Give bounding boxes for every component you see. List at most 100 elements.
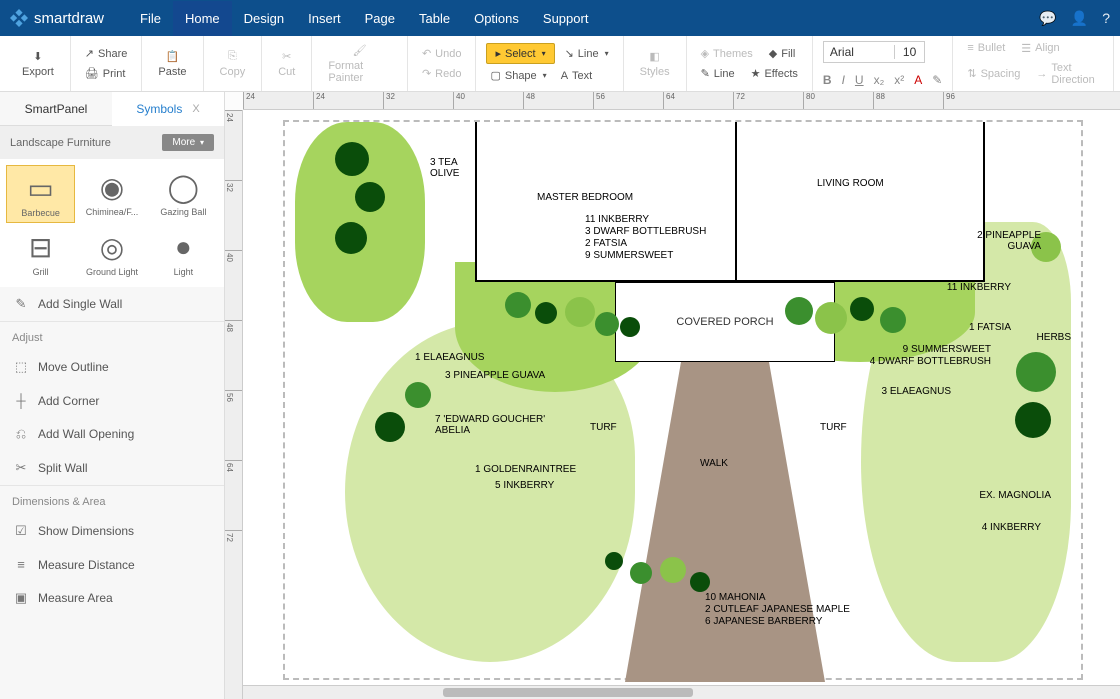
share-button[interactable]: ↗ Share [81, 45, 132, 62]
dim-measure-distance[interactable]: ≡Measure Distance [0, 548, 224, 581]
help-icon[interactable]: ? [1102, 10, 1110, 26]
fill-button[interactable]: ◆ Fill [765, 45, 800, 62]
effects-button[interactable]: ★ Effects [747, 65, 802, 82]
landscape-plan[interactable]: MASTER BEDROOM LIVING ROOM COVERED PORCH [283, 120, 1083, 680]
italic-button[interactable]: I [842, 73, 845, 87]
dim-measure-area[interactable]: ▣Measure Area [0, 581, 224, 615]
themes-button[interactable]: ◈ Themes [697, 45, 757, 62]
dim-show-dimensions[interactable]: ☑Show Dimensions [0, 514, 224, 548]
plant-shape[interactable] [630, 562, 652, 584]
plant-shape[interactable] [850, 297, 874, 321]
subscript-button[interactable]: x₂ [874, 73, 885, 87]
horizontal-scrollbar[interactable] [243, 685, 1120, 699]
menu-support[interactable]: Support [531, 1, 601, 36]
symbol-barbecue[interactable]: ▭Barbecue [6, 165, 75, 223]
plant-shape[interactable] [1015, 402, 1051, 438]
line-style-button[interactable]: ✎ Line [697, 65, 739, 82]
tab-smartpanel[interactable]: SmartPanel [0, 92, 112, 126]
plant-label[interactable]: 11 INKBERRY [947, 282, 1011, 293]
plant-label[interactable]: HERBS [1037, 332, 1071, 343]
chat-icon[interactable]: 💬 [1039, 10, 1056, 27]
plant-shape[interactable] [605, 552, 623, 570]
print-button[interactable]: 🖨 Print [81, 65, 130, 82]
symbol-light[interactable]: ●Light [149, 225, 218, 281]
bold-button[interactable]: B [823, 73, 832, 87]
room-label[interactable]: LIVING ROOM [817, 178, 884, 189]
user-icon[interactable]: 👤 [1071, 10, 1088, 27]
turf-label[interactable]: TURF [590, 422, 617, 433]
font-selector[interactable]: Arial10 [823, 41, 925, 63]
tab-symbols[interactable]: SymbolsX [112, 92, 224, 126]
more-button[interactable]: More ▾ [162, 134, 214, 151]
plant-label[interactable]: 1 GOLDENRAINTREE [475, 464, 576, 475]
superscript-button[interactable]: x² [894, 73, 904, 87]
close-icon[interactable]: X [192, 103, 199, 115]
plant-label[interactable]: 3 ELAEAGNUS [882, 386, 951, 397]
symbol-chimineaf[interactable]: ◉Chiminea/F... [77, 165, 146, 223]
symbol-gazingball[interactable]: ◯Gazing Ball [149, 165, 218, 223]
plant-shape[interactable] [785, 297, 813, 325]
plant-label[interactable]: 3 TEA OLIVE [430, 157, 459, 179]
plant-shape[interactable] [335, 222, 367, 254]
adjust-split-wall[interactable]: ✂Split Wall [0, 451, 224, 485]
menu-table[interactable]: Table [407, 1, 462, 36]
styles-button[interactable]: ◧Styles [634, 48, 676, 80]
plant-shape[interactable] [660, 557, 686, 583]
plant-shape[interactable] [1016, 352, 1056, 392]
plant-label[interactable]: 1 FATSIA [969, 322, 1011, 333]
plant-shape[interactable] [375, 412, 405, 442]
highlight-button[interactable]: ✎ [932, 73, 942, 87]
walk-label[interactable]: WALK [700, 458, 728, 469]
plant-label[interactable]: 4 INKBERRY [982, 522, 1041, 533]
line-tool-button[interactable]: ↘ Line▾ [561, 43, 613, 64]
adjust-add-wall-opening[interactable]: ⎌Add Wall Opening [0, 417, 224, 451]
undo-button[interactable]: ↶ Undo [418, 45, 466, 62]
plant-label[interactable]: 3 PINEAPPLE GUAVA [445, 370, 545, 381]
plant-label[interactable]: 3 DWARF BOTTLEBRUSH [585, 226, 706, 237]
cut-button[interactable]: ✂Cut [272, 48, 301, 80]
plant-shape[interactable] [535, 302, 557, 324]
plant-label[interactable]: 1 ELAEAGNUS [415, 352, 484, 363]
menu-home[interactable]: Home [173, 1, 232, 36]
plant-label[interactable]: 2 FATSIA [585, 238, 627, 249]
shape-tool-button[interactable]: ▢ Shape▾ [486, 67, 550, 84]
paste-button[interactable]: 📋Paste [152, 48, 192, 80]
text-tool-button[interactable]: A Text [557, 67, 597, 84]
font-color-button[interactable]: A [914, 73, 922, 87]
plant-shape[interactable] [620, 317, 640, 337]
menu-insert[interactable]: Insert [296, 1, 353, 36]
plant-label[interactable]: 2 CUTLEAF JAPANESE MAPLE [705, 604, 850, 615]
redo-button[interactable]: ↷ Redo [418, 65, 466, 82]
plant-shape[interactable] [565, 297, 595, 327]
bullet-button[interactable]: ≡ Bullet [963, 40, 1009, 57]
plant-shape[interactable] [355, 182, 385, 212]
select-button[interactable]: ▸ Select▾ [486, 43, 554, 64]
plant-shape[interactable] [335, 142, 369, 176]
adjust-add-corner[interactable]: ┼Add Corner [0, 384, 224, 417]
copy-button[interactable]: ⎘Copy [214, 48, 252, 80]
plant-shape[interactable] [595, 312, 619, 336]
plant-label[interactable]: 11 INKBERRY [585, 214, 649, 225]
plant-shape[interactable] [405, 382, 431, 408]
symbol-grill[interactable]: ⊟Grill [6, 225, 75, 281]
plant-label[interactable]: 7 'EDWARD GOUCHER' ABELIA [435, 414, 545, 436]
plant-label[interactable]: 4 DWARF BOTTLEBRUSH [870, 356, 991, 367]
plant-label[interactable]: 6 JAPANESE BARBERRY [705, 616, 822, 627]
plant-label[interactable]: EX. MAGNOLIA [979, 490, 1051, 501]
menu-file[interactable]: File [128, 1, 173, 36]
menu-design[interactable]: Design [232, 1, 296, 36]
align-button[interactable]: ☰ Align [1017, 40, 1063, 57]
text-direction-button[interactable]: → Text Direction [1032, 60, 1103, 88]
menu-options[interactable]: Options [462, 1, 531, 36]
plant-label[interactable]: 5 INKBERRY [495, 480, 554, 491]
turf-label[interactable]: TURF [820, 422, 847, 433]
room-label[interactable]: MASTER BEDROOM [537, 192, 633, 203]
export-button[interactable]: ⬇Export [16, 48, 60, 80]
spacing-button[interactable]: ⇅ Spacing [963, 60, 1024, 88]
format-painter-button[interactable]: 🖌Format Painter [322, 42, 397, 86]
plant-shape[interactable] [880, 307, 906, 333]
add-single-wall-button[interactable]: ✎Add Single Wall [0, 287, 224, 321]
adjust-move-outline[interactable]: ⬚Move Outline [0, 350, 224, 384]
plant-shape[interactable] [505, 292, 531, 318]
plant-label[interactable]: 10 MAHONIA [705, 592, 766, 603]
